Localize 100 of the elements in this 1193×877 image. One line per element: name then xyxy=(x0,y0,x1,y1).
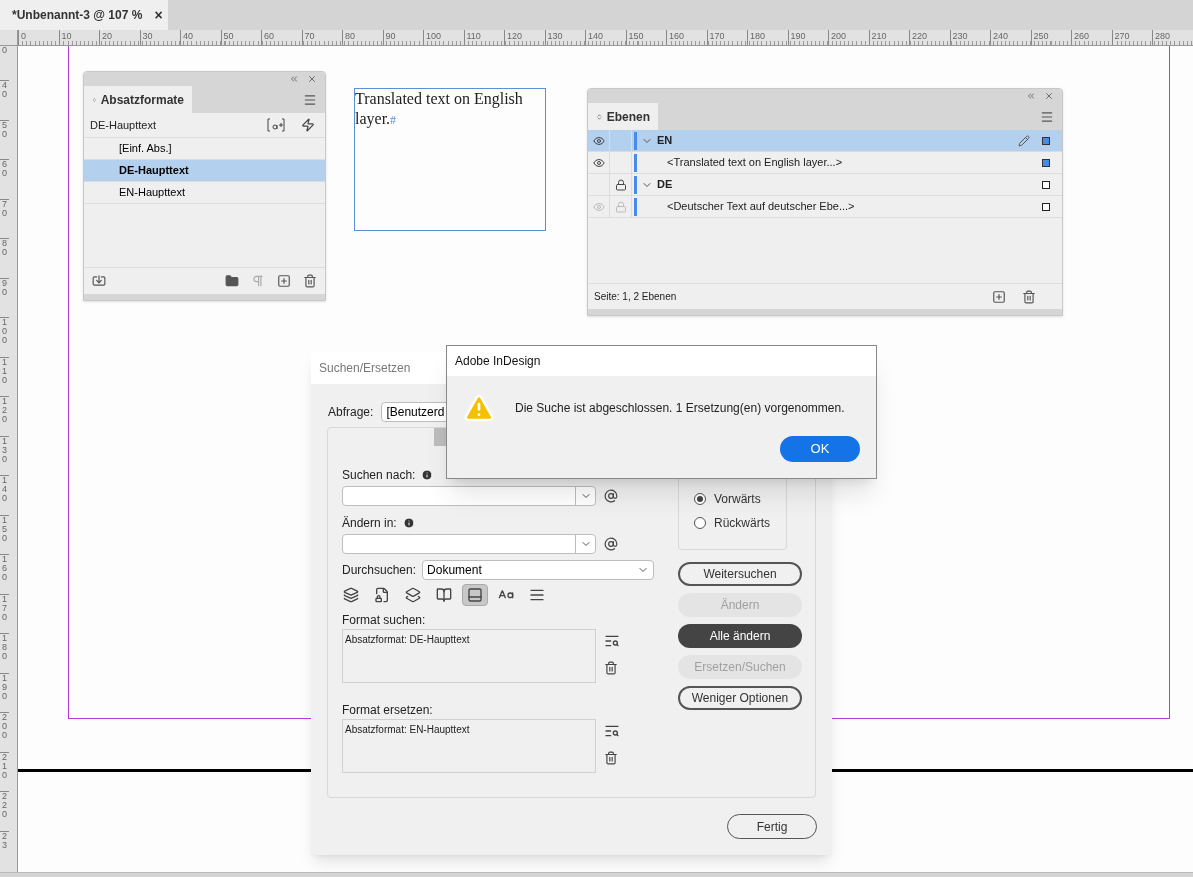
close-icon[interactable] xyxy=(1044,91,1054,101)
ruler-label: 210 xyxy=(0,751,9,791)
layer-row[interactable]: EN xyxy=(588,130,1062,152)
layers-status: Seite: 1, 2 Ebenen xyxy=(594,290,678,304)
layer-label: EN xyxy=(657,133,674,149)
format-find-box[interactable]: Absatzformat: DE-Haupttext xyxy=(342,629,596,683)
selection-square[interactable] xyxy=(1042,158,1050,167)
trash-icon[interactable] xyxy=(1022,289,1036,304)
new-layer-icon[interactable] xyxy=(992,289,1006,304)
layer-label: <Translated text on English layer...> xyxy=(667,155,844,171)
menu-icon[interactable] xyxy=(303,92,317,107)
menu-icon[interactable] xyxy=(1040,109,1054,124)
document-tab[interactable]: *Unbenannt-3 @ 107 % × xyxy=(0,0,168,30)
format-change-box[interactable]: Absatzformat: EN-Haupttext xyxy=(342,719,596,773)
ruler-label: 100 xyxy=(0,317,9,357)
special-characters-icon[interactable] xyxy=(604,537,618,551)
dialog-button[interactable]: Alle ändern xyxy=(678,624,802,648)
eye-icon[interactable] xyxy=(592,156,605,169)
eye-icon[interactable] xyxy=(592,134,605,147)
ruler-label: 80 xyxy=(0,238,9,278)
ruler-label: 230 xyxy=(949,30,990,45)
ruler-label: 120 xyxy=(0,396,9,436)
ruler-label: 30 xyxy=(139,30,180,45)
special-characters-icon[interactable] xyxy=(604,489,618,503)
format-search-icon[interactable] xyxy=(604,633,620,649)
ruler-label: 120 xyxy=(504,30,545,45)
ruler-label: 110 xyxy=(463,30,504,45)
alert-message: Die Suche ist abgeschlossen. 1 Ersetzung(en) vorgenommen. xyxy=(515,400,845,417)
info-icon[interactable] xyxy=(421,469,434,481)
direction-radio[interactable]: Rückwärts xyxy=(694,514,786,532)
ruler-label: 280 xyxy=(1152,30,1193,45)
folder-icon[interactable] xyxy=(225,274,239,288)
ruler-label: 170 xyxy=(0,593,9,633)
import-icon[interactable] xyxy=(92,274,106,288)
change-field[interactable] xyxy=(342,534,596,554)
lock-icon[interactable] xyxy=(614,178,627,191)
ruler-label: 110 xyxy=(0,356,9,396)
style-item[interactable]: EN-Haupttext xyxy=(84,182,325,204)
ruler-label: 0 xyxy=(1,46,8,57)
ruler-label: 220 xyxy=(0,791,9,831)
layer-row[interactable]: DE xyxy=(588,174,1062,196)
frame-text: Translated text on English layer.# xyxy=(355,89,524,130)
close-icon[interactable] xyxy=(307,74,317,84)
ruler-label: 50 xyxy=(220,30,261,45)
panel-tab[interactable]: Absatzformate xyxy=(84,86,192,113)
ruler-label: 50 xyxy=(0,119,9,159)
trash-icon[interactable] xyxy=(604,751,618,765)
alert-title: Adobe InDesign xyxy=(455,353,541,370)
ruler-label: 0 xyxy=(18,30,59,45)
lightning-icon[interactable] xyxy=(301,118,315,132)
new-style-icon[interactable] xyxy=(267,118,285,132)
ruler-label: 60 xyxy=(0,159,9,199)
ruler-label: 160 xyxy=(666,30,707,45)
ruler-label: 140 xyxy=(585,30,626,45)
dialog-button[interactable]: Weniger Optionen xyxy=(678,686,802,710)
ok-button[interactable]: OK xyxy=(780,436,860,462)
ruler-label: 130 xyxy=(544,30,585,45)
ruler-label: 130 xyxy=(0,435,9,475)
search-label: Durchsuchen: xyxy=(342,562,417,579)
ruler-label: 23 xyxy=(0,830,9,870)
ruler-label: 150 xyxy=(0,514,9,554)
selection-square[interactable] xyxy=(1042,136,1050,145)
layer-label: DE xyxy=(657,177,674,193)
new-icon[interactable] xyxy=(277,274,291,288)
panel-icon[interactable] xyxy=(462,584,488,606)
horizontal-ruler[interactable]: 0 10 20 30 40 50 60 70 80 90 100 110 120 130 140 150 160 170 180 190 200 210 220 230 240 250 260 270 280 xyxy=(18,30,1193,46)
warning-icon xyxy=(463,392,495,424)
layer-label: <Deutscher Text auf deutscher Ebe...> xyxy=(667,199,856,215)
ruler-label: 150 xyxy=(625,30,666,45)
trash-icon[interactable] xyxy=(303,274,317,288)
search-scope-dropdown[interactable]: Dokument xyxy=(422,560,655,580)
format-search-icon[interactable] xyxy=(604,723,620,739)
layer-row[interactable]: <Translated text on English layer...> xyxy=(588,152,1062,174)
direction-radio[interactable]: Vorwärts xyxy=(694,490,786,508)
ruler-label: 220 xyxy=(909,30,950,45)
panel-tab[interactable]: Ebenen xyxy=(588,103,658,130)
vertical-ruler[interactable]: 0 40 50 60 70 80 90 100 110 120 130 140 150 160 170 180 190 200 210 220 23 xyxy=(0,46,18,872)
ruler-label: 200 xyxy=(0,712,9,752)
ruler-label: 100 xyxy=(423,30,464,45)
ruler-label: 70 xyxy=(0,198,9,238)
ruler-label: 240 xyxy=(990,30,1031,45)
ruler-label: 170 xyxy=(706,30,747,45)
ruler-label: 60 xyxy=(261,30,302,45)
ruler-label: 160 xyxy=(0,554,9,594)
close-icon[interactable]: × xyxy=(154,4,163,26)
ruler-label: 10 xyxy=(58,30,99,45)
selection-square[interactable] xyxy=(1042,202,1050,211)
find-label: Suchen nach: xyxy=(342,467,416,484)
trash-icon[interactable] xyxy=(604,661,618,675)
info-icon[interactable] xyxy=(402,517,415,529)
selection-square[interactable] xyxy=(1042,180,1050,189)
ruler-label: 180 xyxy=(0,633,9,673)
find-field[interactable] xyxy=(342,486,596,506)
ruler-label: 190 xyxy=(0,672,9,712)
dialog-button[interactable]: Weitersuchen xyxy=(678,562,802,586)
ruler-label: 140 xyxy=(0,475,9,515)
style-item[interactable]: DE-Haupttext xyxy=(84,160,325,182)
layer-row[interactable]: <Deutscher Text auf deutscher Ebe...> xyxy=(588,196,1062,218)
text-frame[interactable]: Translated text on English layer.# xyxy=(354,88,546,231)
ruler-label: 90 xyxy=(0,277,9,317)
